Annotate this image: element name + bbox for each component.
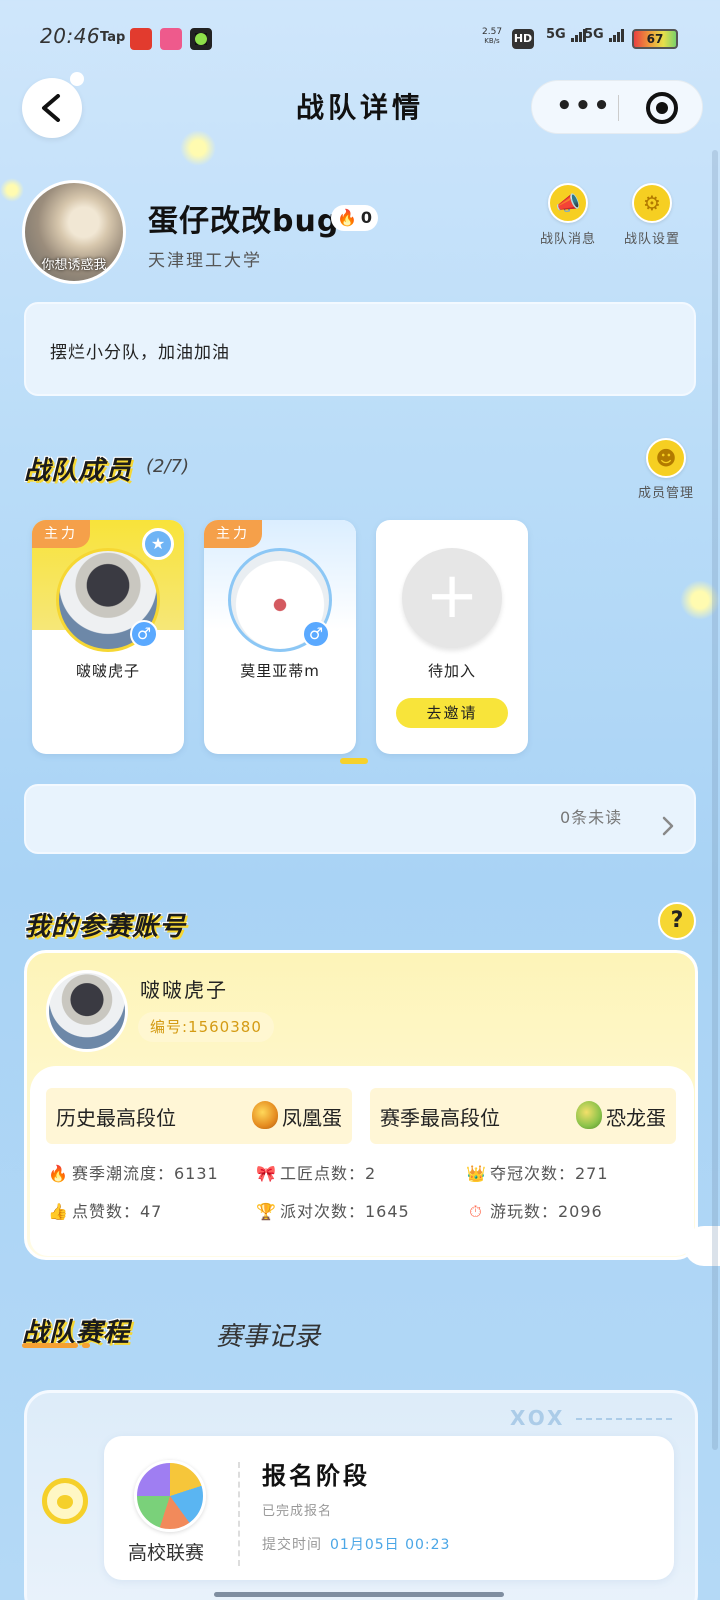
season-rank-label: 赛季最高段位 <box>380 1106 500 1130</box>
stat-item: 👑 夺冠次数：271 <box>466 1164 609 1183</box>
flame-icon: 🔥 <box>48 1164 69 1183</box>
timeline-bell-icon <box>42 1478 88 1524</box>
tab-underline <box>22 1343 78 1348</box>
flame-icon: 🔥 <box>337 208 357 227</box>
phoenix-egg-icon <box>252 1101 278 1129</box>
team-heat-value: 0 <box>360 208 373 227</box>
team-school: 天津理工大学 <box>148 251 262 271</box>
sparkle-decoration <box>180 130 216 166</box>
member-role-tag: 主力 <box>204 520 262 548</box>
team-messages-label[interactable]: 战队消息 <box>528 228 608 247</box>
net-speed: 2.57 KB/s <box>482 27 503 45</box>
thumbs-up-icon: 👍 <box>48 1202 69 1221</box>
more-button[interactable]: ••• <box>556 91 612 121</box>
tab-match-records[interactable]: 赛事记录 <box>216 1316 320 1353</box>
member-count: (2/7) <box>146 456 190 477</box>
member-role-tag: 主力 <box>32 520 90 548</box>
netease-music-icon <box>130 28 152 50</box>
status-time: 20:46 <box>40 24 101 48</box>
account-id: 编号:1560380 <box>138 1012 274 1042</box>
submit-time: 提交时间 01月05日 00:23 <box>262 1537 451 1553</box>
account-avatar <box>46 970 128 1052</box>
megaphone-icon[interactable]: 📣 <box>548 183 588 223</box>
member-name: 啵啵虎子 <box>75 662 140 680</box>
app-icon <box>160 28 182 50</box>
league-logo-icon <box>134 1460 206 1532</box>
male-icon: ♂ <box>302 620 330 648</box>
capsule-divider <box>618 95 619 121</box>
team-settings-label[interactable]: 战队设置 <box>612 228 692 247</box>
chevron-right-icon <box>662 816 674 836</box>
gear-icon[interactable]: ⚙ <box>632 183 672 223</box>
tab-underline-dot <box>82 1343 90 1348</box>
signal-5g-1: 5G <box>546 27 587 42</box>
bow-icon: 🎀 <box>256 1164 277 1183</box>
stat-item: 🎀 工匠点数：2 <box>256 1164 377 1183</box>
team-name: 蛋仔改改bug <box>148 204 340 239</box>
member-card[interactable]: 主力 ★ ♂ 啵啵虎子 <box>32 520 184 754</box>
stat-item: 🔥 赛季潮流度：6131 <box>48 1164 219 1183</box>
account-section-title: 我的参赛账号 <box>24 912 187 942</box>
empty-slot-card: + 待加入 去邀请 <box>376 520 528 754</box>
league-name: 高校联赛 <box>128 1542 205 1564</box>
tap-app-icon: Tap <box>100 30 126 45</box>
hd-badge: HD <box>512 29 534 49</box>
dashed-decoration <box>576 1418 672 1420</box>
app-circle-icon <box>190 28 212 50</box>
status-bar: 20:46 Tap 2.57 KB/s HD 5G 5G 67 <box>0 0 720 76</box>
account-name: 啵啵虎子 <box>140 978 228 1002</box>
captain-star-icon: ★ <box>142 528 174 560</box>
signal-5g-2: 5G <box>584 27 625 42</box>
plus-icon[interactable]: + <box>402 548 502 648</box>
team-heat-badge: 🔥 0 <box>331 205 379 231</box>
sparkle-decoration <box>0 178 24 202</box>
unread-count: 0条未读 <box>560 808 623 827</box>
invite-button[interactable]: 去邀请 <box>396 698 508 728</box>
schedule-stage-sub: 已完成报名 <box>262 1504 333 1519</box>
xox-decoration: XOX <box>510 1406 566 1430</box>
scrollbar[interactable] <box>712 150 718 1450</box>
member-card[interactable]: 主力 ♂ 莫里亚蒂m <box>204 520 356 754</box>
history-rank-value: 凤凰蛋 <box>282 1106 342 1130</box>
male-icon: ♂ <box>130 620 158 648</box>
history-rank-box: 历史最高段位 凤凰蛋 <box>46 1088 352 1144</box>
members-section-title: 战队成员 <box>24 456 133 486</box>
sparkle-decoration <box>70 72 84 86</box>
home-indicator[interactable] <box>214 1592 504 1597</box>
member-manage-label[interactable]: 成员管理 <box>626 482 706 501</box>
stat-item: 👍 点赞数：47 <box>48 1202 163 1221</box>
season-rank-value: 恐龙蛋 <box>606 1106 666 1130</box>
team-avatar-caption: 你想诱惑我 <box>41 258 107 273</box>
member-name: 莫里亚蒂m <box>240 662 320 680</box>
member-manage-icon[interactable]: ☻ <box>646 438 686 478</box>
carousel-indicator <box>340 758 368 764</box>
clock-icon: ⏱ <box>469 1202 483 1221</box>
signal-bars-icon <box>608 27 625 42</box>
dino-egg-icon <box>576 1101 602 1129</box>
mini-program-capsule: ••• <box>531 80 703 134</box>
team-motto: 摆烂小分队，加油加油 <box>50 343 230 363</box>
schedule-stage: 报名阶段 <box>262 1462 370 1490</box>
stat-item: ⏱ 游玩数：2096 <box>466 1198 603 1222</box>
empty-slot-label: 待加入 <box>427 662 476 680</box>
crown-icon: 👑 <box>466 1164 487 1183</box>
stat-item: 🏆 派对次数：1645 <box>256 1202 410 1221</box>
team-avatar[interactable]: 你想诱惑我 <box>22 180 126 284</box>
history-rank-label: 历史最高段位 <box>56 1106 176 1130</box>
close-target-button[interactable] <box>646 92 678 124</box>
schedule-divider <box>238 1462 240 1566</box>
battery-icon: 67 <box>632 29 678 49</box>
trophy-icon: 🏆 <box>256 1202 277 1221</box>
help-icon[interactable]: ? <box>658 902 696 940</box>
season-rank-box: 赛季最高段位 恐龙蛋 <box>370 1088 676 1144</box>
